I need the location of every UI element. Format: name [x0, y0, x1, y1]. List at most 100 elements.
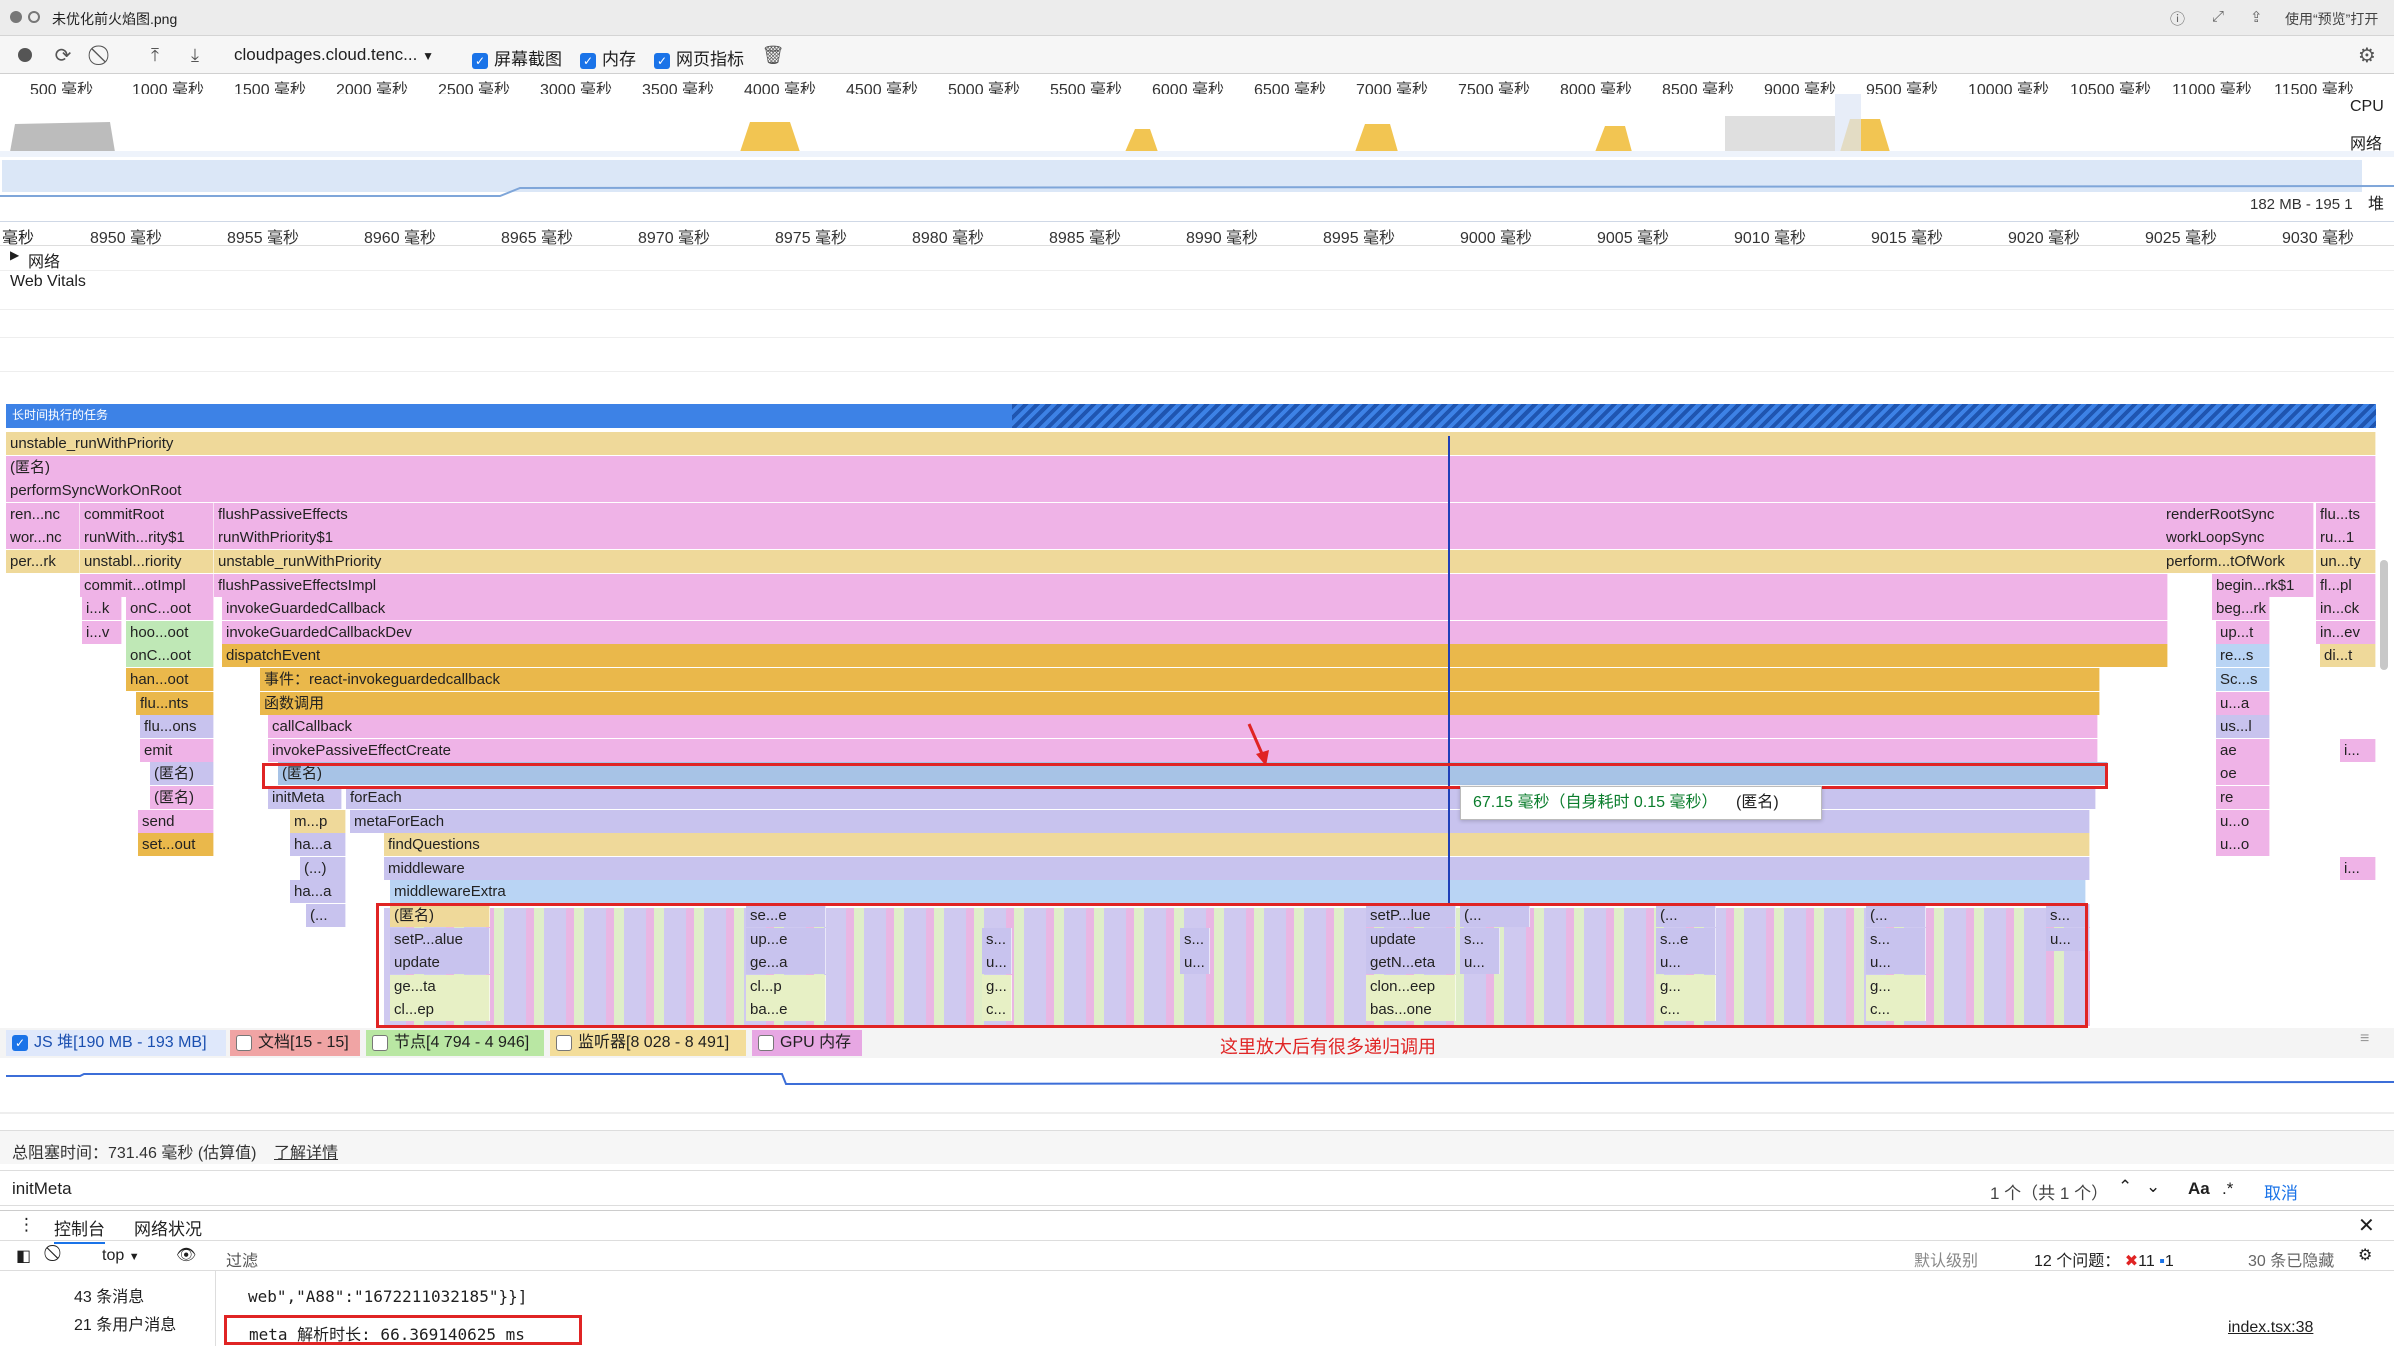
- flame-frame[interactable]: unstabl...riority: [80, 550, 214, 573]
- flame-frame[interactable]: flushPassiveEffectsImpl: [214, 573, 2168, 597]
- flame-frame[interactable]: invokePassiveEffectCreate: [268, 738, 2098, 762]
- flame-frame[interactable]: perform...tOfWork: [2162, 550, 2314, 573]
- flame-frame[interactable]: in...ck: [2316, 597, 2376, 621]
- expand-arrow-icon[interactable]: ▶: [10, 248, 19, 262]
- flame-frame[interactable]: flu...nts: [136, 691, 214, 715]
- flame-frame[interactable]: 事件：react-invokeguardedcallback: [260, 668, 2100, 691]
- flame-frame[interactable]: us...l: [2216, 715, 2270, 739]
- drag-handle-icon[interactable]: ≡: [2360, 1030, 2369, 1048]
- flame-frame[interactable]: i...: [2340, 856, 2376, 880]
- tab-network-conditions[interactable]: 网络状况: [134, 1215, 202, 1240]
- js-heap-counter[interactable]: ✓ JS 堆[190 MB - 193 MB]: [6, 1030, 226, 1056]
- flame-frame[interactable]: set...out: [138, 833, 214, 857]
- flame-frame[interactable]: i...v: [82, 620, 122, 644]
- context-select[interactable]: top ▼: [102, 1247, 140, 1265]
- sidebar-item-user-messages[interactable]: 21 条用户消息: [74, 1311, 176, 1335]
- regex-toggle[interactable]: .*: [2222, 1179, 2233, 1199]
- prev-match-icon[interactable]: ⌃: [2118, 1177, 2132, 1197]
- trash-icon[interactable]: 🗑: [762, 44, 785, 66]
- flame-frame[interactable]: fl...pl: [2316, 573, 2376, 597]
- flame-frame[interactable]: 函数调用: [260, 691, 2100, 715]
- flame-frame[interactable]: forEach: [346, 786, 2096, 809]
- flame-frame[interactable]: (匿名): [150, 762, 214, 786]
- learn-more-link[interactable]: 了解详情: [274, 1139, 338, 1163]
- flame-frame[interactable]: dispatchEvent: [222, 644, 2168, 668]
- flame-frame[interactable]: re...s: [2216, 644, 2270, 668]
- scrollbar-thumb[interactable]: [2380, 560, 2388, 670]
- flame-frame[interactable]: flu...ons: [140, 715, 214, 739]
- flame-frame[interactable]: per...rk: [6, 550, 80, 573]
- more-menu-icon[interactable]: ⋮: [18, 1215, 35, 1235]
- flame-frame[interactable]: onC...oot: [126, 644, 214, 668]
- info-icon[interactable]: ⓘ: [2170, 8, 2185, 29]
- issues-button[interactable]: 12 个问题： ✖11 ▪1: [2034, 1247, 2174, 1271]
- log-level-select[interactable]: 默认级别: [1914, 1247, 1978, 1271]
- close-icon[interactable]: [10, 11, 22, 23]
- gear-icon[interactable]: ⚙: [2358, 1245, 2372, 1265]
- flame-frame[interactable]: flushPassiveEffects: [214, 502, 2168, 526]
- flame-frame[interactable]: u...o: [2216, 809, 2270, 833]
- flame-frame[interactable]: un...ty: [2316, 550, 2376, 573]
- search-input[interactable]: initMeta: [12, 1179, 72, 1199]
- flame-frame[interactable]: findQuestions: [384, 833, 2090, 857]
- flame-frame[interactable]: invokeGuardedCallback: [222, 597, 2168, 621]
- tab-console[interactable]: 控制台: [54, 1215, 105, 1244]
- documents-counter[interactable]: 文档[15 - 15]: [230, 1030, 360, 1056]
- flame-frame[interactable]: (...: [306, 904, 346, 927]
- flame-frame[interactable]: m...p: [290, 809, 346, 833]
- flame-frame[interactable]: emit: [140, 738, 214, 762]
- flame-frame[interactable]: in...ev: [2316, 620, 2376, 644]
- screenshots-checkbox[interactable]: ✓ 屏幕截图: [472, 45, 562, 70]
- console-filter-input[interactable]: 过滤: [226, 1247, 1886, 1271]
- rotate-icon[interactable]: ⤢: [2212, 8, 2224, 25]
- flame-frame[interactable]: begin...rk$1: [2212, 573, 2314, 597]
- listeners-counter[interactable]: 监听器[8 028 - 8 491]: [550, 1030, 746, 1056]
- upload-icon[interactable]: ⤒: [144, 44, 166, 66]
- flame-frame[interactable]: ru...1: [2316, 526, 2376, 550]
- network-track[interactable]: ▶ 网络: [0, 246, 2394, 271]
- flame-frame[interactable]: oe: [2216, 762, 2270, 786]
- open-with-preview-button[interactable]: 使用“预览”打开: [2285, 9, 2378, 29]
- memory-checkbox[interactable]: ✓ 内存: [580, 45, 636, 70]
- close-drawer-icon[interactable]: ✕: [2358, 1213, 2375, 1238]
- log-source-link[interactable]: index.tsx:38: [2228, 1319, 2313, 1337]
- flame-frame[interactable]: unstable_runWithPriority: [6, 432, 2376, 455]
- flame-frame[interactable]: i...k: [82, 597, 122, 621]
- recording-select[interactable]: cloudpages.cloud.tenc... ▼: [234, 45, 434, 65]
- match-case-toggle[interactable]: Aa: [2188, 1179, 2210, 1199]
- long-task-bar[interactable]: 长时间执行的任务: [6, 404, 2376, 428]
- next-match-icon[interactable]: ⌄: [2146, 1177, 2160, 1197]
- sidebar-item-messages[interactable]: 43 条消息: [74, 1283, 144, 1307]
- flame-frame[interactable]: u...a: [2216, 691, 2270, 715]
- flame-frame[interactable]: ren...nc: [6, 502, 80, 526]
- gpu-counter[interactable]: GPU 内存: [752, 1030, 862, 1056]
- flame-frame[interactable]: send: [138, 809, 214, 833]
- flame-frame[interactable]: performSyncWorkOnRoot: [6, 479, 2376, 503]
- record-icon[interactable]: [14, 44, 36, 66]
- flame-frame[interactable]: callCallback: [268, 715, 2098, 739]
- clear-icon[interactable]: ⃠: [92, 44, 114, 66]
- flame-frame[interactable]: flu...ts: [2316, 502, 2376, 526]
- flame-frame[interactable]: onC...oot: [126, 597, 214, 621]
- flame-frame[interactable]: re: [2216, 786, 2270, 809]
- flame-frame[interactable]: di...t: [2320, 644, 2376, 668]
- sidebar-toggle-icon[interactable]: ◧: [16, 1246, 31, 1266]
- timeline-overview[interactable]: 500 毫秒 1000 毫秒 1500 毫秒 2000 毫秒 2500 毫秒 3000 毫…: [0, 74, 2394, 222]
- flame-frame[interactable]: beg...rk: [2212, 597, 2270, 621]
- flame-frame[interactable]: commit...otImpl: [80, 573, 214, 597]
- flame-frame[interactable]: han...oot: [126, 668, 214, 691]
- flame-frame[interactable]: ha...a: [290, 880, 346, 904]
- flame-frame[interactable]: unstable_runWithPriority: [214, 550, 2168, 573]
- share-icon[interactable]: ⇪: [2250, 8, 2263, 26]
- flame-frame[interactable]: commitRoot: [80, 502, 214, 526]
- flame-frame[interactable]: ha...a: [290, 833, 346, 857]
- flame-frame[interactable]: wor...nc: [6, 526, 80, 550]
- flame-frame[interactable]: (匿名): [150, 786, 214, 809]
- flame-frame[interactable]: invokeGuardedCallbackDev: [222, 620, 2168, 644]
- nodes-counter[interactable]: 节点[4 794 - 4 946]: [366, 1030, 544, 1056]
- flame-frame[interactable]: middleware: [384, 856, 2090, 880]
- flame-frame[interactable]: workLoopSync: [2162, 526, 2314, 550]
- flame-frame[interactable]: (匿名): [6, 455, 2376, 479]
- flame-frame[interactable]: renderRootSync: [2162, 502, 2314, 526]
- flame-frame[interactable]: runWithPriority$1: [214, 526, 2168, 550]
